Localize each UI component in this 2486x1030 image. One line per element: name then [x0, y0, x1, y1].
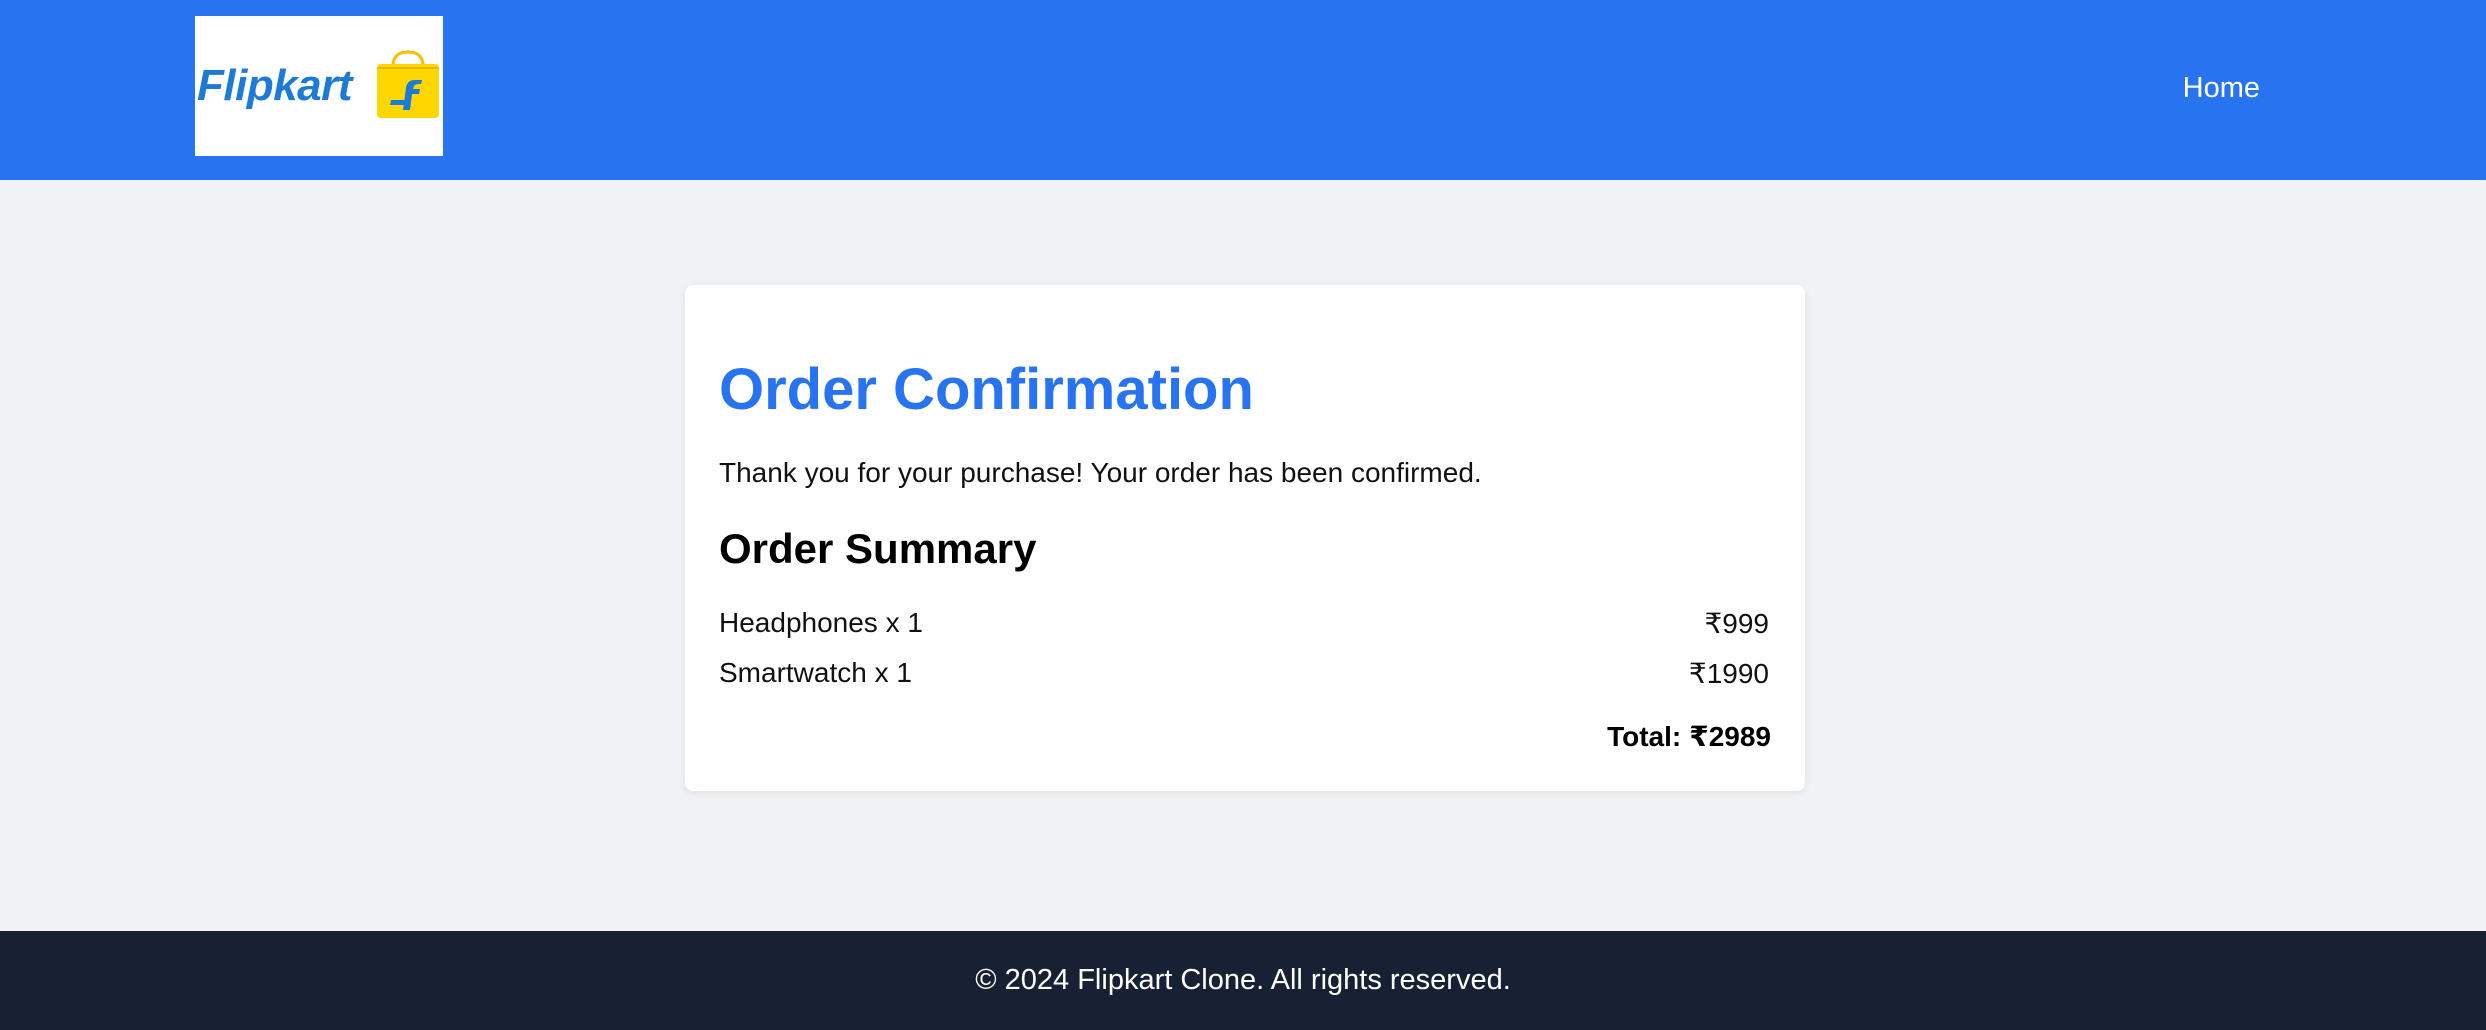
- order-total-label: Total:: [1607, 721, 1682, 752]
- logo-wordmark: Flipkart: [197, 61, 352, 110]
- order-total-value: ₹2989: [1689, 721, 1771, 752]
- confirmation-message: Thank you for your purchase! Your order …: [719, 457, 1482, 488]
- page: Flipkart Home Order Confirmation Thank y…: [0, 0, 2486, 1030]
- order-item-row: Headphones x 1 ₹999: [719, 603, 1769, 643]
- order-total: Total: ₹2989: [1607, 719, 1771, 755]
- order-item-price: ₹999: [1704, 607, 1769, 639]
- order-summary-heading: Order Summary: [719, 525, 1037, 572]
- nav-home-link[interactable]: Home: [2183, 70, 2260, 106]
- order-item-name: Smartwatch x 1: [719, 657, 912, 688]
- flipkart-logo[interactable]: Flipkart: [195, 16, 443, 156]
- page-footer: © 2024 Flipkart Clone. All rights reserv…: [0, 931, 2486, 1030]
- top-header: Flipkart Home: [0, 0, 2486, 180]
- page-title: Order Confirmation: [719, 357, 1254, 422]
- shopping-bag-icon: [377, 50, 439, 118]
- footer-copyright: © 2024 Flipkart Clone. All rights reserv…: [975, 964, 1511, 996]
- order-item-row: Smartwatch x 1 ₹1990: [719, 653, 1769, 693]
- order-item-name: Headphones x 1: [719, 607, 923, 638]
- order-confirmation-card: Order Confirmation Thank you for your pu…: [685, 285, 1805, 791]
- order-item-price: ₹1990: [1688, 657, 1769, 689]
